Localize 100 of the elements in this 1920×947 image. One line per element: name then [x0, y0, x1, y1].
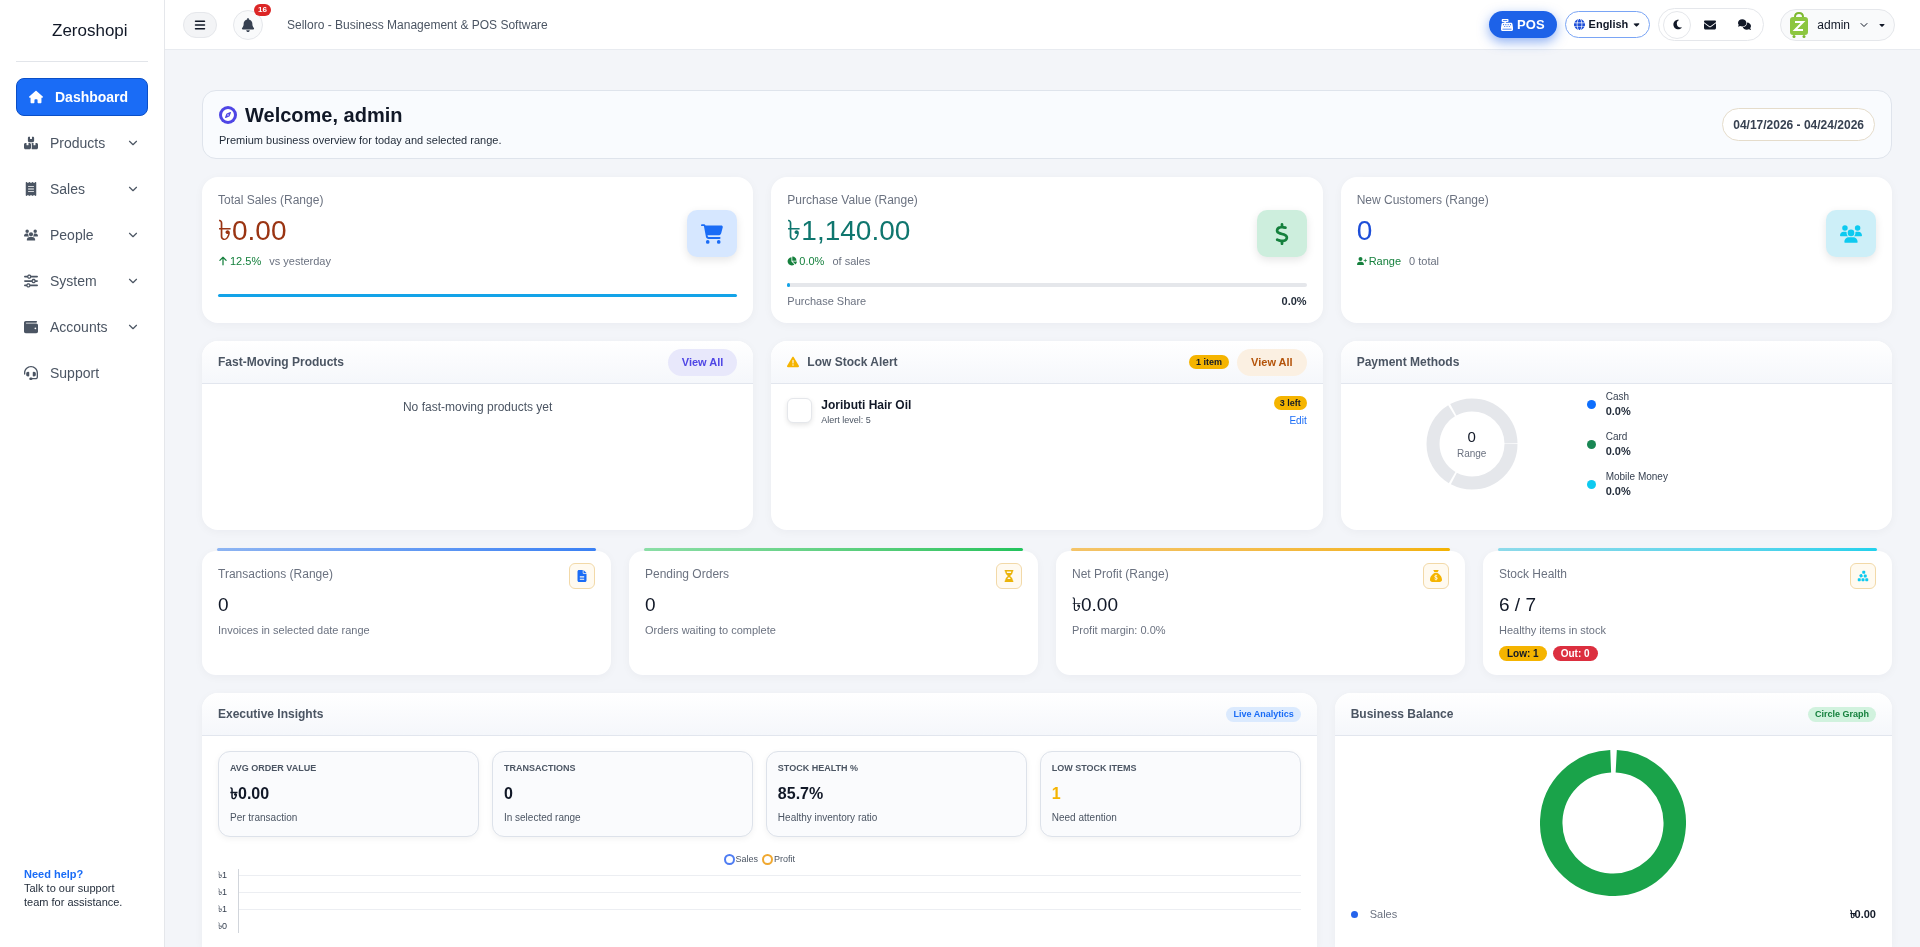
insight-note: In selected range	[503, 810, 582, 825]
cash-register-icon	[1501, 18, 1514, 31]
product-name: Joributi Hair Oil	[821, 397, 912, 414]
metric-value: ৳0.00	[1072, 593, 1119, 617]
menu-icon	[194, 18, 206, 31]
headset-icon	[24, 366, 38, 380]
insight-label: LOW STOCK ITEMS	[1051, 762, 1138, 775]
metric-note: Invoices in selected date range	[218, 622, 371, 638]
payment-method-name: Cash	[1605, 390, 1630, 404]
sidebar-item[interactable]: Accounts	[16, 308, 148, 346]
stat-label: Purchase Value (Range)	[787, 192, 919, 209]
axis-label: ৳1	[218, 902, 228, 915]
insight-note: Per transaction	[230, 810, 299, 825]
stat-value: ৳0.00	[218, 214, 288, 248]
metric-value: 0	[218, 593, 230, 617]
metric-note: Profit margin: 0.0%	[1072, 622, 1167, 638]
shopping-bag-logo-icon	[1789, 11, 1810, 38]
stock-left-badge: 3 left	[1273, 396, 1307, 410]
stat-note: vs yesterday	[269, 254, 331, 269]
hourglass-icon	[1003, 570, 1015, 582]
pos-button[interactable]: POS	[1489, 11, 1557, 38]
payment-method-percent: 0.0%	[1605, 484, 1632, 498]
insight-value: 0	[503, 783, 514, 804]
sliders-icon	[24, 274, 38, 288]
bell-icon	[241, 17, 255, 32]
sidebar-item[interactable]: People	[16, 216, 148, 254]
legend-label: Profit	[774, 853, 796, 866]
app-title: Selloro - Business Management & POS Software	[287, 16, 548, 34]
insight-value: 85.7%	[777, 783, 825, 804]
payment-method-percent: 0.0%	[1605, 404, 1631, 418]
panel-title: Payment Methods	[1356, 354, 1460, 371]
user-plus-icon	[1356, 256, 1367, 267]
boxes-icon	[1857, 570, 1869, 582]
notification-count: 16	[254, 3, 271, 16]
stat-note: of sales	[832, 254, 871, 269]
compass-icon	[219, 106, 237, 125]
insight-label: TRANSACTIONS	[503, 762, 577, 775]
payment-method-name: Card	[1605, 430, 1629, 444]
stock-badge: Out: 0	[1552, 646, 1598, 661]
stat-note: 0 total	[1409, 254, 1440, 269]
insight-note: Need attention	[1051, 810, 1118, 825]
date-range-picker[interactable]: 04/17/2026 - 04/24/2026	[1722, 108, 1875, 141]
empty-message: No fast-moving products yet	[401, 399, 554, 416]
view-all-button[interactable]: View All	[667, 348, 738, 376]
moon-icon	[1671, 19, 1683, 30]
stat-change: 0.0%	[787, 253, 825, 270]
axis-label: ৳0	[218, 919, 228, 932]
metric-label: Pending Orders	[645, 566, 730, 583]
user-menu-button[interactable]: admin	[1780, 8, 1895, 41]
welcome-subtitle: Premium business overview for today and selected range.	[219, 133, 502, 149]
menu-button[interactable]	[183, 11, 217, 38]
donut-label: Range	[1456, 446, 1487, 461]
axis-label: ৳1	[218, 868, 228, 881]
sidebar-item[interactable]: Products	[16, 124, 148, 162]
alert-level: Alert level: 5	[821, 414, 872, 427]
circle-graph-badge: Circle Graph	[1807, 706, 1876, 722]
panel-title: Fast-Moving Products	[218, 354, 344, 371]
insight-label: STOCK HEALTH %	[777, 762, 859, 775]
donut-total: 0	[1467, 427, 1476, 446]
money-bag-icon	[1430, 570, 1442, 582]
insight-note: Healthy inventory ratio	[777, 810, 879, 825]
legend-label: Sales	[735, 853, 759, 866]
sidebar-item[interactable]: Support	[16, 354, 148, 392]
warning-icon	[787, 356, 800, 368]
sidebar-item[interactable]: Sales	[16, 170, 148, 208]
globe-icon	[1573, 19, 1585, 30]
live-analytics-badge: Live Analytics	[1226, 706, 1301, 722]
metric-value: 6 / 7	[1499, 593, 1537, 617]
insight-value: ৳0.00	[230, 783, 271, 804]
payment-method-name: Mobile Money	[1605, 470, 1668, 484]
welcome-title: Welcome, admin	[245, 103, 403, 129]
stat-change: 12.5%	[218, 253, 262, 270]
insight-value: 1	[1051, 783, 1062, 804]
edit-link[interactable]: Edit	[1289, 413, 1307, 428]
pie-chart-icon	[787, 256, 798, 267]
help-text: Talk to our support team for assistance.	[24, 881, 124, 909]
product-thumbnail	[787, 398, 813, 423]
wallet-icon	[24, 320, 38, 334]
legend-label: Sales	[1369, 907, 1398, 922]
metric-label: Net Profit (Range)	[1072, 566, 1169, 583]
sidebar-item[interactable]: Dashboard	[16, 78, 148, 116]
arrow-up-icon	[218, 256, 228, 267]
stock-badge: Low: 1	[1499, 646, 1547, 661]
insight-label: AVG ORDER VALUE	[230, 762, 318, 775]
envelope-icon	[1704, 18, 1717, 31]
metric-label: Transactions (Range)	[218, 566, 333, 583]
metric-label: Stock Health	[1499, 566, 1568, 583]
view-all-button[interactable]: View All	[1237, 348, 1307, 376]
metric-note: Healthy items in stock	[1499, 622, 1607, 638]
metric-note: Orders waiting to complete	[645, 622, 777, 638]
sidebar-item[interactable]: System	[16, 262, 148, 300]
home-icon	[29, 90, 43, 104]
document-icon	[576, 570, 588, 582]
panel-title: Business Balance	[1350, 706, 1454, 723]
stat-value: 0	[1356, 214, 1374, 248]
caret-icon	[1632, 20, 1642, 29]
stat-change: Range	[1356, 253, 1402, 270]
shopping-cart-icon	[701, 222, 724, 245]
metric-value: 0	[645, 593, 657, 617]
panel-title: Executive Insights	[218, 706, 324, 723]
